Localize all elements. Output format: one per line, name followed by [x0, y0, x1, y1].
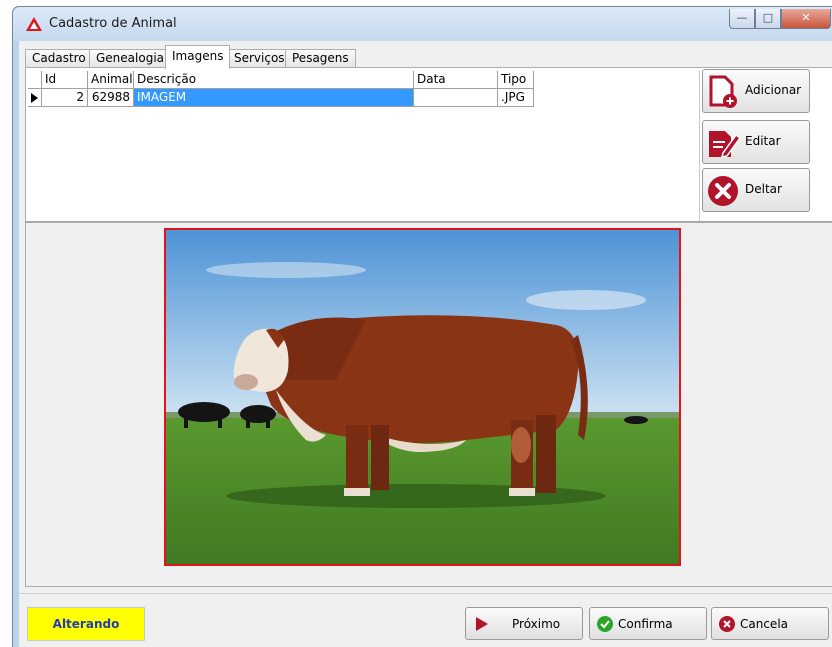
delete-button[interactable]: Deltar — [702, 168, 810, 212]
edit-button[interactable]: Editar — [702, 120, 810, 164]
footer-divider — [19, 593, 832, 594]
tab-servicos[interactable]: Serviços — [227, 49, 292, 68]
cell-tipo[interactable]: .JPG — [498, 89, 534, 107]
tab-cadastro[interactable]: Cadastro — [25, 49, 93, 68]
column-header-id[interactable]: Id — [42, 71, 88, 89]
maximize-button[interactable]: □ — [755, 9, 781, 29]
client-area: Cadastro Genealogia Imagens Serviços Pes… — [19, 41, 832, 647]
cancel-button[interactable]: Cancela — [711, 607, 829, 640]
next-button-label: Próximo — [512, 617, 561, 631]
app-window: Cadastro de Animal — □ ✕ Cadastro Geneal… — [12, 6, 832, 647]
title-bar: Cadastro de Animal — □ ✕ — [13, 7, 832, 41]
cancel-button-label: Cancela — [740, 617, 789, 631]
header-indicator — [28, 71, 42, 89]
play-arrow-icon — [476, 617, 488, 631]
cancel-circle-icon — [719, 616, 735, 632]
tab-genealogia[interactable]: Genealogia — [89, 49, 172, 68]
app-logo-icon — [26, 17, 42, 31]
animal-photo — [164, 228, 681, 566]
image-preview-area — [26, 221, 832, 586]
add-button-label: Adicionar — [745, 83, 802, 97]
imagens-panel: Id Animal Descrição Data Tipo 2 62988 IM… — [25, 67, 832, 587]
edit-button-label: Editar — [745, 134, 781, 148]
column-header-tipo[interactable]: Tipo — [498, 71, 534, 89]
delete-icon — [708, 176, 738, 206]
edit-icon — [709, 131, 741, 158]
delete-button-label: Deltar — [745, 182, 782, 196]
close-button[interactable]: ✕ — [781, 9, 831, 29]
window-title: Cadastro de Animal — [49, 16, 177, 31]
status-badge: Alterando — [27, 607, 145, 641]
row-indicator — [28, 89, 42, 107]
confirm-button[interactable]: Confirma — [589, 607, 707, 640]
column-header-descricao[interactable]: Descrição — [134, 71, 414, 89]
current-row-arrow-icon — [31, 93, 38, 103]
tab-pesagens[interactable]: Pesagens — [285, 49, 356, 68]
images-grid[interactable]: Id Animal Descrição Data Tipo 2 62988 IM… — [28, 71, 700, 221]
column-header-data[interactable]: Data — [414, 71, 498, 89]
next-button[interactable]: Próximo — [465, 607, 583, 640]
cell-id[interactable]: 2 — [42, 89, 88, 107]
minimize-button[interactable]: — — [729, 9, 755, 29]
column-header-animal[interactable]: Animal — [88, 71, 134, 89]
add-file-icon — [709, 75, 737, 108]
cell-data[interactable] — [414, 89, 498, 107]
cell-descricao[interactable]: IMAGEM — [134, 89, 414, 107]
add-button[interactable]: Adicionar — [702, 69, 810, 113]
check-circle-icon — [597, 616, 613, 632]
confirm-button-label: Confirma — [618, 617, 673, 631]
tab-imagens[interactable]: Imagens — [165, 45, 231, 69]
bull-photo-image — [166, 230, 679, 564]
cell-animal[interactable]: 62988 — [88, 89, 134, 107]
